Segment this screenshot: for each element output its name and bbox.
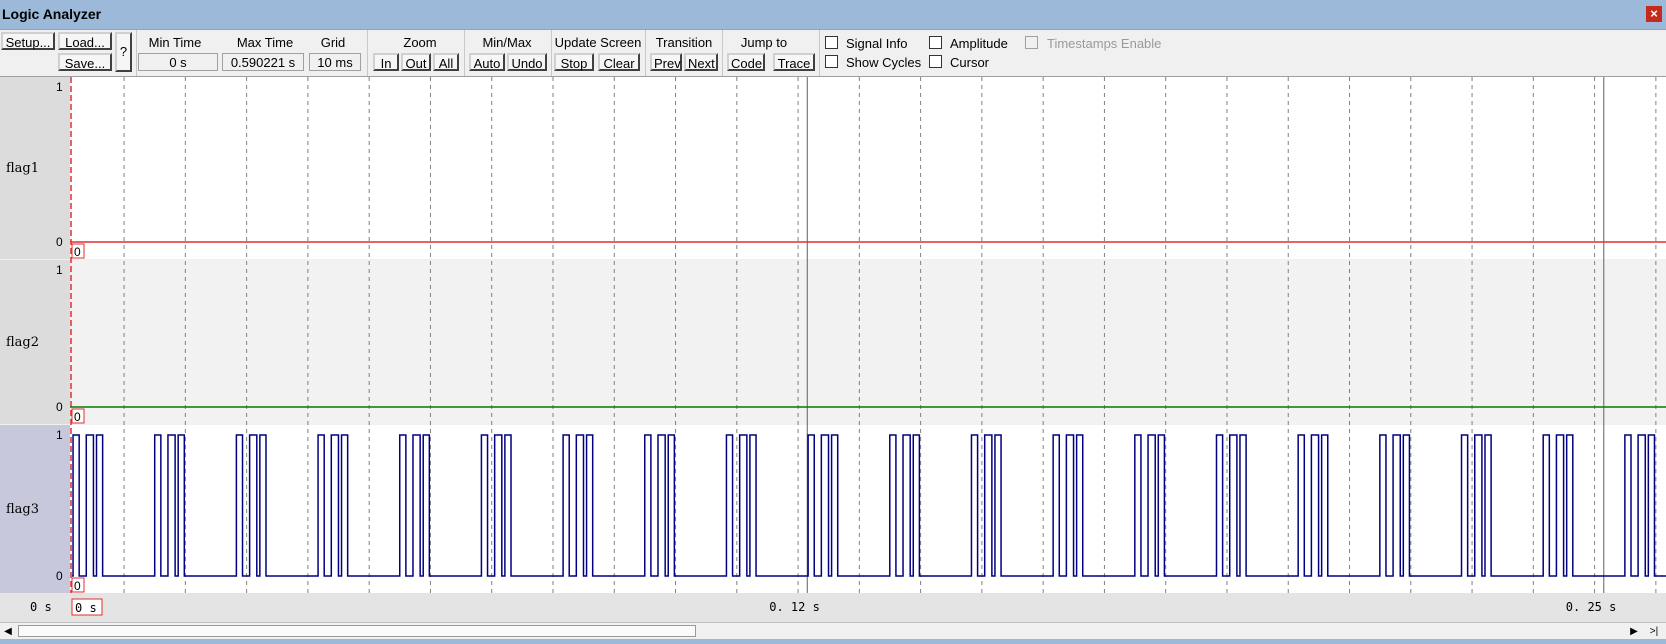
- cursor-time-label: 0. 12 s: [769, 600, 820, 614]
- window-title: Logic Analyzer: [2, 6, 102, 22]
- time-marker-label: 0 s: [75, 601, 97, 615]
- update-screen-label: Update Screen: [554, 35, 642, 50]
- grid-field: 10 ms: [309, 53, 361, 71]
- prev-transition-button[interactable]: Prev: [650, 53, 682, 71]
- low-level-label: 0: [56, 400, 63, 414]
- separator: [722, 30, 723, 76]
- max-time-label: Max Time: [236, 35, 294, 50]
- minmax-auto-button[interactable]: Auto: [469, 53, 505, 71]
- value-box-label: 0: [74, 579, 81, 593]
- jump-to-label: Jump to: [740, 35, 788, 50]
- zoom-out-button[interactable]: Out: [401, 53, 431, 71]
- grid-label: Grid: [320, 35, 346, 50]
- high-level-label: 1: [56, 428, 63, 442]
- waveform-plot[interactable]: flag1100flag2100flag31000 s0 s 0. 12 s 0. …: [0, 77, 1666, 622]
- signal-name-label: flag1: [6, 161, 39, 176]
- value-box-label: 0: [74, 245, 81, 259]
- lane-background: [70, 77, 1666, 259]
- separator: [645, 30, 646, 76]
- time-axis-start-label: 0 s: [30, 600, 52, 614]
- signal-info-checkbox[interactable]: [825, 36, 838, 49]
- zoom-label: Zoom: [403, 35, 437, 50]
- timestamps-label: Timestamps Enable: [1047, 36, 1162, 51]
- minmax-label: Min/Max: [482, 35, 532, 50]
- scroll-left-icon[interactable]: ◀: [0, 623, 16, 640]
- zoom-in-button[interactable]: In: [373, 53, 399, 71]
- help-button[interactable]: ?: [115, 32, 132, 72]
- separator: [136, 30, 137, 76]
- jump-trace-button[interactable]: Trace: [773, 53, 815, 71]
- scroll-thumb[interactable]: [18, 625, 696, 637]
- next-transition-button[interactable]: Next: [684, 53, 718, 71]
- setup-button[interactable]: Setup...: [1, 32, 55, 50]
- min-time-label: Min Time: [148, 35, 202, 50]
- show-cycles-label: Show Cycles: [846, 55, 922, 70]
- transition-label: Transition: [655, 35, 713, 50]
- low-level-label: 0: [56, 235, 63, 249]
- high-level-label: 1: [56, 80, 63, 94]
- jump-code-button[interactable]: Code: [727, 53, 765, 71]
- scroll-end-icon[interactable]: >|: [1644, 623, 1664, 640]
- separator: [464, 30, 465, 76]
- separator: [819, 30, 820, 76]
- cursor-checkbox[interactable]: [929, 55, 942, 68]
- lane-background: [70, 425, 1666, 593]
- signal-name-label: flag3: [6, 502, 39, 517]
- timestamps-checkbox: [1025, 36, 1038, 49]
- amplitude-checkbox[interactable]: [929, 36, 942, 49]
- high-level-label: 1: [56, 263, 63, 277]
- lane-background: [70, 260, 1666, 424]
- title-bar: Logic Analyzer ×: [0, 0, 1666, 30]
- horizontal-scrollbar[interactable]: ◀ ▶ >|: [0, 622, 1666, 640]
- show-cycles-checkbox[interactable]: [825, 55, 838, 68]
- stop-button[interactable]: Stop: [554, 53, 594, 71]
- minmax-undo-button[interactable]: Undo: [507, 53, 547, 71]
- close-icon[interactable]: ×: [1646, 6, 1662, 22]
- scroll-right-icon[interactable]: ▶: [1626, 623, 1642, 640]
- max-time-field: 0.590221 s: [222, 53, 304, 71]
- value-box-label: 0: [74, 410, 81, 424]
- load-button[interactable]: Load...: [58, 32, 112, 50]
- save-button[interactable]: Save...: [58, 53, 112, 71]
- signal-info-label: Signal Info: [846, 36, 908, 51]
- clear-button[interactable]: Clear: [598, 53, 640, 71]
- separator: [367, 30, 368, 76]
- signal-name-label: flag2: [6, 335, 39, 350]
- amplitude-label: Amplitude: [950, 36, 1008, 51]
- end-time-label: 0. 25 s: [1566, 600, 1617, 614]
- low-level-label: 0: [56, 569, 63, 583]
- cursor-label: Cursor: [950, 55, 990, 70]
- time-axis-background: [0, 593, 1666, 622]
- zoom-all-button[interactable]: All: [433, 53, 459, 71]
- min-time-field: 0 s: [138, 53, 218, 71]
- window-bottom-border: [0, 639, 1666, 644]
- toolbar: Setup... Load... Save... ? Min Time 0 s …: [0, 30, 1666, 77]
